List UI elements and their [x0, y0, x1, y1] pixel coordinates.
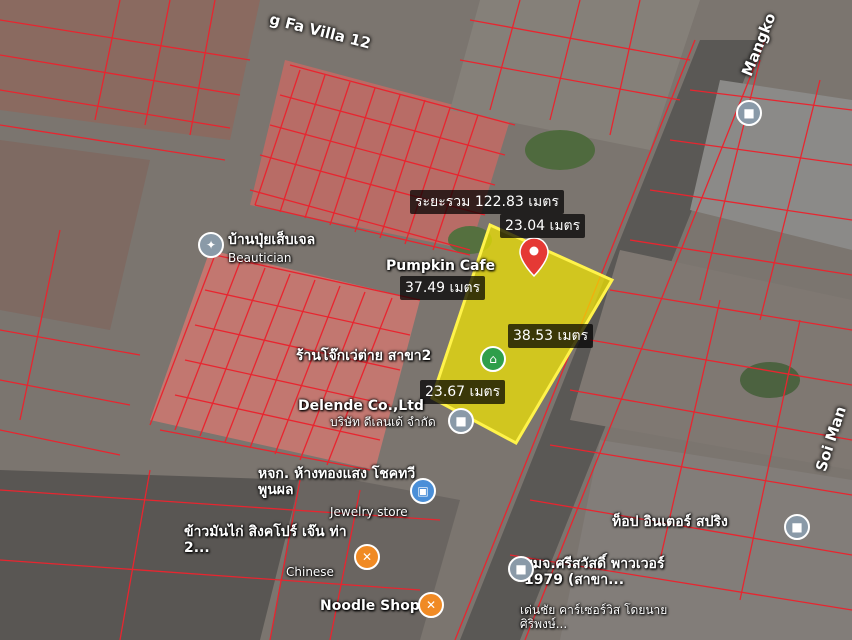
total-distance-label: ระยะรวม 122.83 เมตร: [410, 190, 564, 214]
srisawad-icon[interactable]: ■: [508, 556, 534, 582]
poi-srisawad[interactable]: บมจ.ศรีสวัสดิ์ พาวเวอร์ 1979 (สาขา...: [524, 556, 704, 588]
noodle-food-icon[interactable]: ✕: [418, 592, 444, 618]
poi-marker-icon[interactable]: ■: [736, 100, 762, 126]
poi-jok-restaurant[interactable]: ร้านโจ๊กเว่ต่าย สาขา2: [296, 348, 431, 364]
poi-beautician-en: Beautician: [228, 251, 292, 265]
poi-pumpkin-cafe[interactable]: Pumpkin Cafe: [386, 258, 495, 274]
map-view[interactable]: g Fa Villa 12 Mangko Soi Man ระยะรวม 122…: [0, 0, 852, 640]
poi-delende-th: บริษัท ดีเลนเด้ จำกัด: [330, 415, 436, 429]
poi-top-inter[interactable]: ท็อป อินเตอร์ สปริง: [612, 514, 728, 530]
poi-car-service[interactable]: เด่นชัย คาร์เซอร์วิส โดยนายศิริพงษ์...: [520, 603, 690, 632]
shopping-bag-icon[interactable]: ▣: [410, 478, 436, 504]
business-icon[interactable]: ■: [448, 408, 474, 434]
measure-bottom-side: 23.67 เมตร: [420, 380, 506, 404]
poi-chicken-rice[interactable]: ข้าวมันไก่ สิงคโปร์ เจ๊น ท่า 2...: [184, 524, 356, 556]
restaurant-icon[interactable]: ⌂: [480, 346, 506, 372]
poi-noodle-shop[interactable]: Noodle Shop: [320, 598, 420, 614]
poi-chicken-rice-type: Chinese: [286, 565, 334, 579]
poi-beautician-th[interactable]: บ้านปุ่ยเส็บเจล: [228, 232, 315, 248]
food-icon[interactable]: ✕: [354, 544, 380, 570]
shop-icon[interactable]: ✦: [198, 232, 224, 258]
satellite-map[interactable]: [0, 0, 852, 640]
top-inter-icon[interactable]: ■: [784, 514, 810, 540]
measure-left-side: 37.49 เมตร: [400, 276, 486, 300]
poi-gold-shop[interactable]: หจก. ห้างทองแสง โชคทวีพูนผล: [258, 466, 418, 498]
measure-right-side: 38.53 เมตร: [508, 324, 594, 348]
measure-top-side: 23.04 เมตร: [500, 214, 586, 238]
poi-gold-shop-type: Jewelry store: [330, 505, 408, 519]
poi-delende[interactable]: Delende Co.,Ltd: [298, 398, 424, 414]
